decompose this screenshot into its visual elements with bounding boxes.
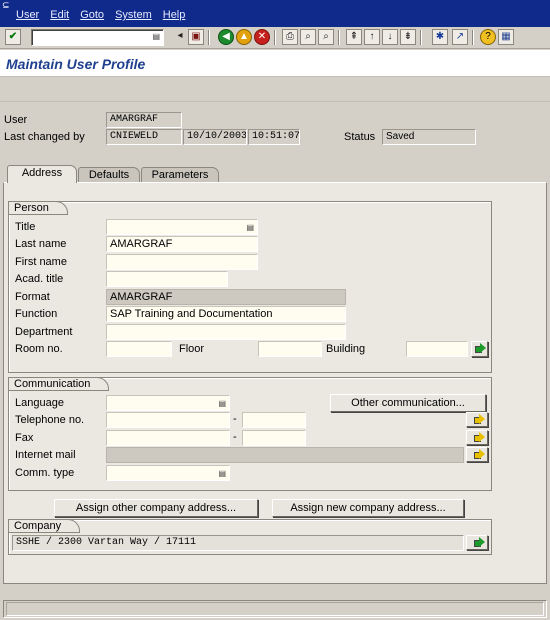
comm-type-label: Comm. type — [15, 467, 75, 479]
menu-user[interactable]: User — [16, 9, 39, 21]
first-page-icon[interactable]: ⇞ — [346, 29, 362, 45]
next-page-icon[interactable]: ↓ — [382, 29, 398, 45]
tab-panel-address: Person Title ▤ Last name AMARGRAF First … — [3, 182, 547, 584]
telephone-more-button[interactable] — [466, 412, 488, 427]
check-icon[interactable]: ✔ — [5, 29, 21, 45]
changed-time-field: 10:51:07 — [248, 129, 300, 145]
changed-date-field: 10/10/2003 — [183, 129, 247, 145]
menu-bar: ⊆ User Edit Goto System Help — [0, 0, 550, 27]
language-field[interactable]: ▤ — [106, 395, 230, 411]
assign-new-company-address-button[interactable]: Assign new company address... — [272, 499, 464, 517]
telephone-field[interactable] — [106, 412, 230, 428]
first-name-label: First name — [15, 256, 67, 268]
menu-items: User Edit Goto System Help — [16, 9, 196, 21]
format-label: Format — [15, 291, 50, 303]
tab-defaults[interactable]: Defaults — [78, 167, 140, 183]
acad-title-label: Acad. title — [15, 273, 64, 285]
dropdown-icon[interactable]: ▤ — [218, 467, 226, 480]
room-details-button[interactable] — [471, 341, 488, 357]
fax-field[interactable] — [106, 430, 230, 446]
internet-mail-more-button[interactable] — [466, 447, 488, 462]
cancel-icon[interactable]: ✕ — [254, 29, 270, 45]
comm-type-field[interactable]: ▤ — [106, 465, 230, 481]
arrow-right-icon — [474, 432, 485, 442]
company-address-field: SSHE / 2300 Vartan Way / 17111 — [12, 535, 464, 551]
fax-dash: - — [233, 431, 237, 443]
fax-more-button[interactable] — [466, 430, 488, 445]
standard-toolbar: ✔ ▤ ◂ ▣ ◀ ▲ ✕ ⎙ ⌕ ⌕ ⇞ ↑ ↓ ⇟ ✱ ↗ ? ▦ — [0, 27, 550, 49]
menu-system[interactable]: System — [115, 9, 152, 21]
floor-field[interactable] — [258, 341, 322, 357]
last-page-icon[interactable]: ⇟ — [400, 29, 416, 45]
telephone-extension-field[interactable] — [242, 412, 306, 428]
shortcut-icon[interactable]: ↗ — [452, 29, 468, 45]
arrow-right-icon — [474, 414, 485, 424]
telephone-label: Telephone no. — [15, 414, 85, 426]
exit-icon[interactable]: ▲ — [236, 29, 252, 45]
status-message-area — [6, 602, 544, 616]
arrow-down-icon — [475, 343, 486, 353]
title-label: Title — [15, 221, 36, 233]
application-toolbar — [0, 78, 550, 102]
last-name-label: Last name — [15, 238, 67, 250]
find-next-icon[interactable]: ⌕ — [318, 29, 334, 45]
internet-mail-label: Internet mail — [15, 449, 76, 461]
title-bar: Maintain User Profile — [0, 50, 550, 77]
layout-menu-icon[interactable]: ▦ — [498, 29, 514, 45]
room-field[interactable] — [106, 341, 172, 357]
building-field[interactable] — [406, 341, 468, 357]
other-communication-button[interactable]: Other communication... — [330, 394, 486, 412]
print-icon[interactable]: ⎙ — [282, 29, 298, 45]
fax-label: Fax — [15, 432, 34, 444]
person-group-title: Person — [8, 201, 68, 215]
previous-icon[interactable]: ◂ — [172, 29, 188, 45]
status-label: Status — [344, 131, 376, 143]
save-icon[interactable]: ▣ — [188, 29, 204, 45]
dropdown-icon[interactable]: ▤ — [218, 397, 226, 410]
assign-other-company-address-button[interactable]: Assign other company address... — [54, 499, 258, 517]
user-label: User — [4, 114, 28, 126]
format-field: AMARGRAF — [106, 289, 346, 305]
first-name-field[interactable] — [106, 254, 258, 270]
status-field: Saved — [382, 129, 476, 145]
tab-address[interactable]: Address — [7, 165, 77, 183]
fax-extension-field[interactable] — [242, 430, 306, 446]
menu-edit[interactable]: Edit — [50, 9, 69, 21]
company-details-button[interactable] — [466, 535, 488, 550]
internet-mail-field[interactable] — [106, 447, 464, 463]
help-icon[interactable]: ? — [480, 29, 496, 45]
function-field[interactable]: SAP Training and Documentation — [106, 306, 346, 322]
status-bar — [3, 600, 547, 618]
command-field[interactable]: ▤ — [31, 29, 164, 46]
find-icon[interactable]: ⌕ — [300, 29, 316, 45]
acad-title-field[interactable] — [106, 271, 228, 287]
language-label: Language — [15, 397, 64, 409]
telephone-dash: - — [233, 413, 237, 425]
department-field[interactable] — [106, 324, 346, 340]
dropdown-icon[interactable]: ▤ — [246, 221, 254, 234]
dropdown-icon[interactable]: ▤ — [152, 32, 160, 41]
title-field[interactable]: ▤ — [106, 219, 258, 235]
department-label: Department — [15, 326, 73, 338]
last-changed-label: Last changed by — [4, 131, 85, 143]
menu-goto[interactable]: Goto — [80, 9, 104, 21]
user-field: AMARGRAF — [106, 112, 182, 128]
system-menu-icon[interactable]: ⊆ — [2, 1, 10, 10]
page-title: Maintain User Profile — [6, 56, 146, 72]
last-name-field[interactable]: AMARGRAF — [106, 236, 258, 252]
arrow-right-icon — [474, 449, 485, 459]
menu-help[interactable]: Help — [163, 9, 186, 21]
function-label: Function — [15, 308, 58, 320]
building-label: Building — [326, 343, 366, 355]
back-icon[interactable]: ◀ — [218, 29, 234, 45]
floor-label: Floor — [179, 343, 205, 355]
communication-group-title: Communication — [8, 377, 110, 391]
previous-page-icon[interactable]: ↑ — [364, 29, 380, 45]
company-group-title: Company — [8, 519, 81, 533]
tab-parameters[interactable]: Parameters — [141, 167, 219, 183]
changed-by-field: CNIEWELD — [106, 129, 182, 145]
new-session-icon[interactable]: ✱ — [432, 29, 448, 45]
arrow-right-icon — [474, 537, 485, 547]
room-label: Room no. — [15, 343, 63, 355]
